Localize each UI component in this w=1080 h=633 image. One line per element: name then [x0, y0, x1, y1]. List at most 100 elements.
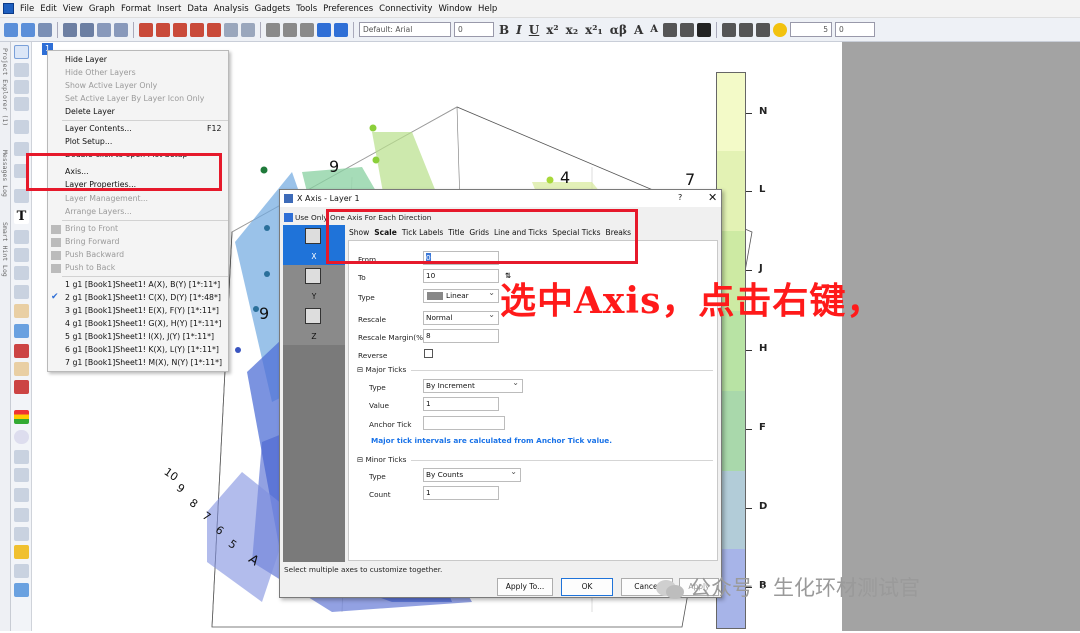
menu-analysis[interactable]: Analysis [214, 4, 249, 14]
forward-icon[interactable] [21, 22, 35, 37]
minor-ticks-section[interactable]: ⊟ Minor Ticks [357, 455, 406, 464]
clock-icon[interactable] [14, 527, 29, 541]
note-icon[interactable] [14, 508, 29, 522]
curve-tool-icon[interactable] [14, 266, 29, 280]
menu-view[interactable]: View [63, 4, 83, 14]
minor-type-select[interactable]: By Counts [423, 466, 521, 482]
font-family-select[interactable]: Default: Arial [359, 22, 451, 37]
apply-to-button[interactable]: Apply To... [497, 578, 553, 596]
menu-file[interactable]: File [20, 4, 34, 14]
fill-color-icon[interactable] [722, 22, 737, 37]
copy-icon[interactable] [283, 22, 297, 37]
menu-item-arrange-layers[interactable]: Arrange Layers... [65, 207, 132, 216]
underline-button[interactable]: U [527, 23, 541, 37]
graph-icon[interactable] [14, 344, 29, 358]
back-icon[interactable] [4, 22, 18, 37]
menu-connectivity[interactable]: Connectivity [379, 4, 432, 14]
to-input[interactable]: 10 [423, 269, 499, 283]
camera-icon[interactable] [224, 22, 238, 37]
menu-preferences[interactable]: Preferences [323, 4, 373, 14]
add-layer-icon[interactable] [80, 22, 94, 37]
menu-item-bring-to-front[interactable]: Bring to Front [65, 224, 118, 233]
mask-icon[interactable] [14, 189, 29, 203]
menu-item-layer-management[interactable]: Layer Management... [65, 194, 148, 203]
menu-graph[interactable]: Graph [89, 4, 115, 14]
supersubscript-button[interactable]: x²₁ [583, 23, 605, 37]
anchor-tick-input[interactable] [423, 416, 505, 430]
close-button[interactable]: ✕ [708, 191, 717, 204]
chart-3-icon[interactable] [173, 22, 187, 37]
menu-item-plot-6[interactable]: 6 g1 [Book1]Sheet1! K(X), L(Y) [1*:11*] [65, 345, 219, 354]
use-one-axis-checkbox[interactable] [284, 213, 293, 222]
rectangle-tool-icon[interactable] [14, 285, 29, 299]
rotate-icon[interactable] [14, 120, 29, 134]
menu-item-bring-forward[interactable]: Bring Forward [65, 237, 119, 246]
italic-button[interactable]: I [514, 23, 524, 37]
paste-icon[interactable] [300, 22, 314, 37]
greek-button[interactable]: αβ [608, 23, 629, 37]
worksheet-icon[interactable] [14, 468, 29, 482]
menu-item-plot-setup[interactable]: Plot Setup... [65, 137, 112, 146]
line-width-select[interactable]: 5 [790, 22, 833, 37]
menu-item-plot-2[interactable]: 2 g1 [Book1]Sheet1! C(X), D(Y) [1*:48*] [65, 293, 221, 302]
target-icon[interactable] [14, 430, 29, 444]
menu-item-hide-layer[interactable]: Hide Layer [65, 55, 107, 64]
menu-help[interactable]: Help [478, 4, 497, 14]
menu-item-delete-layer[interactable]: Delete Layer [65, 107, 115, 116]
decrease-font-button[interactable]: A [648, 24, 660, 35]
highlight-icon[interactable] [773, 22, 788, 37]
increase-font-button[interactable]: A [632, 23, 645, 37]
table-icon[interactable] [14, 450, 29, 464]
major-ticks-section[interactable]: ⊟ Major Ticks [357, 365, 406, 374]
menu-item-push-backward[interactable]: Push Backward [65, 250, 124, 259]
menu-data[interactable]: Data [187, 4, 207, 14]
menu-item-plot-4[interactable]: 4 g1 [Book1]Sheet1! G(X), H(Y) [1*:11*] [65, 319, 221, 328]
chart-5-icon[interactable] [207, 22, 221, 37]
region-icon[interactable] [14, 230, 29, 244]
menu-tools[interactable]: Tools [296, 4, 317, 14]
refresh-icon[interactable] [97, 22, 111, 37]
duplicate-icon[interactable] [114, 22, 128, 37]
minor-count-input[interactable]: 1 [423, 486, 499, 500]
menu-item-plot-7[interactable]: 7 g1 [Book1]Sheet1! M(X), N(Y) [1*:11*] [65, 358, 222, 367]
grid-icon[interactable] [14, 564, 29, 578]
menu-insert[interactable]: Insert [157, 4, 181, 14]
font-color-icon[interactable] [697, 22, 712, 37]
zoom-out-icon[interactable] [14, 80, 29, 94]
chart-4-icon[interactable] [190, 22, 204, 37]
zoom-in-icon[interactable] [14, 63, 29, 77]
menu-edit[interactable]: Edit [40, 4, 56, 14]
insert-icon[interactable] [14, 488, 29, 502]
menu-item-plot-3[interactable]: 3 g1 [Book1]Sheet1! E(X), F(Y) [1*:11*] [65, 306, 219, 315]
align-icon[interactable] [663, 22, 678, 37]
text-tool-icon[interactable]: T [14, 210, 29, 224]
major-value-input[interactable]: 1 [423, 397, 499, 411]
line-color-icon[interactable] [756, 22, 771, 37]
math-2-icon[interactable] [14, 583, 29, 597]
menu-item-layer-contents[interactable]: Layer Contents... F12 [65, 124, 225, 133]
smart-hint-log-tab[interactable]: Smart Hint Log [1, 222, 9, 277]
menu-gadgets[interactable]: Gadgets [255, 4, 291, 14]
chart-icon[interactable] [139, 22, 153, 37]
border-icon[interactable] [680, 22, 695, 37]
undo-icon[interactable] [317, 22, 331, 37]
pointer-icon[interactable] [14, 45, 29, 59]
line-size-select[interactable]: 0 [835, 22, 876, 37]
menu-window[interactable]: Window [438, 4, 472, 14]
superscript-button[interactable]: x² [544, 23, 560, 37]
project-explorer-tab[interactable]: Project Explorer (1) [1, 48, 9, 126]
chart-2-icon[interactable] [156, 22, 170, 37]
layer-icon[interactable] [14, 380, 29, 394]
menu-format[interactable]: Format [121, 4, 151, 14]
hand-2-icon[interactable] [14, 362, 29, 376]
axis-z-button[interactable]: Z [283, 305, 345, 345]
folder-icon[interactable] [14, 545, 29, 559]
axis-y-button[interactable]: Y [283, 265, 345, 305]
subscript-button[interactable]: x₂ [564, 23, 580, 37]
copy-page-icon[interactable] [241, 22, 255, 37]
pan-icon[interactable] [14, 97, 29, 111]
rescale-margin-input[interactable]: 8 [423, 329, 499, 343]
menu-item-set-active-layer[interactable]: Set Active Layer By Layer Icon Only [65, 94, 204, 103]
ok-button[interactable]: OK [561, 578, 613, 596]
add-plot-icon[interactable] [63, 22, 77, 37]
